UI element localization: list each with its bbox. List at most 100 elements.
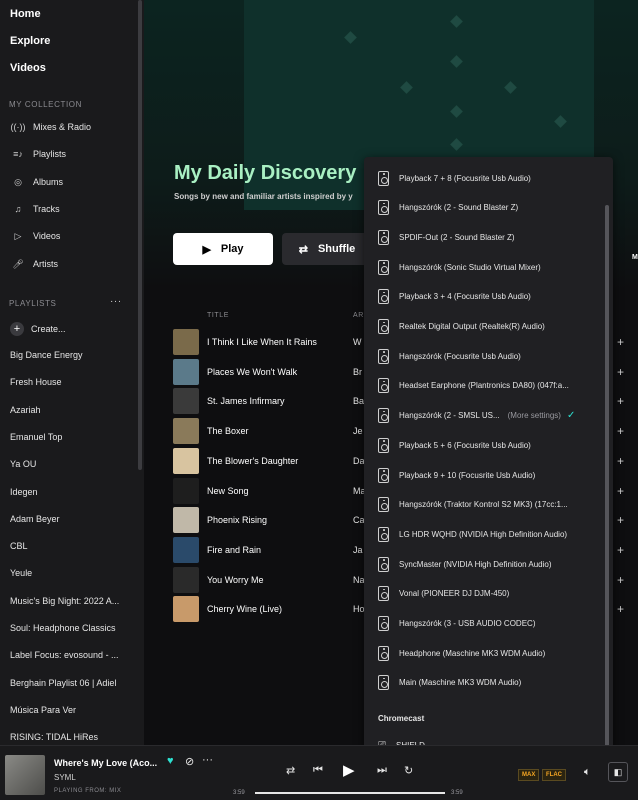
play-button[interactable]: ▶ Play <box>173 233 273 265</box>
sidebar-playlist-item[interactable]: Idegen <box>10 487 38 497</box>
more-options-icon[interactable]: ··· <box>202 754 213 766</box>
track-title[interactable]: The Blower's Daughter <box>207 456 298 466</box>
next-icon[interactable]: ⏭︎ <box>377 764 387 777</box>
audio-device-option[interactable]: Hangszórók (Sonic Studio Virtual Mixer) <box>378 258 541 276</box>
nav-explore[interactable]: Explore <box>10 35 50 47</box>
audio-device-option[interactable]: Headset Earphone (Plantronics DA80) (047… <box>378 377 569 395</box>
track-title[interactable]: St. James Infirmary <box>207 396 285 406</box>
quality-badge-max[interactable]: MAX <box>518 769 540 781</box>
audio-device-option[interactable]: Hangszórók (2 - Sound Blaster Z) <box>378 199 518 217</box>
track-artwork <box>173 596 199 623</box>
audio-device-option[interactable]: LG HDR WQHD (NVIDIA High Definition Audi… <box>378 525 567 543</box>
track-title[interactable]: I Think I Like When It Rains <box>207 337 317 347</box>
nav-videos[interactable]: Videos <box>10 62 46 74</box>
now-playing-title[interactable]: Where's My Love (Aco... <box>54 758 157 768</box>
audio-device-option[interactable]: Playback 3 + 4 (Focusrite Usb Audio) <box>378 288 531 306</box>
audio-device-option[interactable]: Playback 7 + 8 (Focusrite Usb Audio) <box>378 169 531 187</box>
nav-home[interactable]: Home <box>10 8 41 20</box>
track-artist[interactable]: Ja <box>353 545 363 555</box>
audio-device-option[interactable]: Hangszórók (3 - USB AUDIO CODEC) <box>378 615 535 633</box>
track-title[interactable]: New Song <box>207 486 249 496</box>
previous-icon[interactable]: ⏮︎ <box>313 764 323 777</box>
track-artist[interactable]: Ba <box>353 396 364 406</box>
now-playing-artist[interactable]: SYML <box>54 773 76 782</box>
playlists-menu-icon[interactable]: ··· <box>110 296 122 307</box>
collection-artists[interactable]: 🎤︎ Artists <box>10 257 58 271</box>
track-artist[interactable]: Ho <box>353 604 365 614</box>
shuffle-icon[interactable]: ⇄ <box>286 764 295 777</box>
volume-icon[interactable]: 🔈︎ <box>584 766 591 779</box>
track-artist[interactable]: Ca <box>353 515 365 525</box>
add-to-playlist-icon[interactable]: + <box>617 513 624 527</box>
now-playing-artwork[interactable] <box>5 755 45 795</box>
video-icon: ▷ <box>14 230 22 241</box>
repeat-icon[interactable]: ↻ <box>404 764 413 777</box>
more-settings-link[interactable]: (More settings) <box>508 411 561 420</box>
create-playlist-button[interactable]: + Create... <box>10 322 66 336</box>
collection-mixes-radio[interactable]: ((·)) Mixes & Radio <box>10 120 92 134</box>
audio-device-option[interactable]: Vonal (PIONEER DJ DJM-450) <box>378 585 509 603</box>
track-title[interactable]: The Boxer <box>207 426 249 436</box>
track-title[interactable]: Cherry Wine (Live) <box>207 604 282 614</box>
sidebar-playlist-item[interactable]: Label Focus: evosound - ... <box>10 650 119 660</box>
collection-videos[interactable]: ▷ Videos <box>10 229 61 243</box>
audio-device-option[interactable]: Playback 9 + 10 (Focusrite Usb Audio) <box>378 466 535 484</box>
add-to-playlist-icon[interactable]: + <box>617 365 624 379</box>
play-icon[interactable]: ▶ <box>343 761 355 779</box>
audio-device-option[interactable]: Playback 5 + 6 (Focusrite Usb Audio) <box>378 436 531 454</box>
sidebar-playlist-item[interactable]: Big Dance Energy <box>10 350 83 360</box>
sidebar-playlist-item[interactable]: Soul: Headphone Classics <box>10 623 116 633</box>
collection-playlists[interactable]: ≡♪ Playlists <box>10 147 66 161</box>
progress-bar[interactable] <box>255 792 445 794</box>
track-title[interactable]: Fire and Rain <box>207 545 261 555</box>
track-artist[interactable]: Na <box>353 575 365 585</box>
add-to-playlist-icon[interactable]: + <box>617 484 624 498</box>
audio-device-option[interactable]: Hangszórók (Traktor Kontrol S2 MK3) (17c… <box>378 496 568 514</box>
sidebar-playlist-item[interactable]: Berghain Playlist 06 | Adiel <box>10 678 116 688</box>
track-artist[interactable]: Da <box>353 456 365 466</box>
sidebar-playlist-item[interactable]: Fresh House <box>10 377 62 387</box>
sidebar-playlist-item[interactable]: Yeule <box>10 568 32 578</box>
audio-device-option[interactable]: Main (Maschine MK3 WDM Audio) <box>378 674 521 692</box>
sidebar-playlist-item[interactable]: RISING: TIDAL HiRes <box>10 732 98 742</box>
device-menu-scrollbar[interactable] <box>605 205 609 755</box>
add-to-playlist-icon[interactable]: + <box>617 394 624 408</box>
add-to-playlist-icon[interactable]: + <box>617 602 624 616</box>
add-to-playlist-icon[interactable]: + <box>617 573 624 587</box>
sidebar-playlist-item[interactable]: Azariah <box>10 405 41 415</box>
track-title[interactable]: Places We Won't Walk <box>207 367 297 377</box>
audio-device-option[interactable]: SPDIF-Out (2 - Sound Blaster Z) <box>378 228 515 246</box>
sidebar-playlist-item[interactable]: Emanuel Top <box>10 432 62 442</box>
add-to-playlist-icon[interactable]: + <box>617 454 624 468</box>
block-icon[interactable]: ⊘ <box>185 755 194 768</box>
track-artist[interactable]: W <box>353 337 362 347</box>
track-title[interactable]: You Worry Me <box>207 575 264 585</box>
sidebar-playlist-item[interactable]: Música Para Ver <box>10 705 76 715</box>
audio-device-option[interactable]: Realtek Digital Output (Realtek(R) Audio… <box>378 318 545 336</box>
output-device-icon[interactable]: ◧ <box>608 762 628 782</box>
playing-from[interactable]: PLAYING FROM: MIX <box>54 788 121 794</box>
audio-device-label: Playback 3 + 4 (Focusrite Usb Audio) <box>399 292 531 302</box>
quality-badge-flac[interactable]: FLAC <box>542 769 566 781</box>
sidebar-scrollbar[interactable] <box>138 0 142 470</box>
collection-tracks[interactable]: ♫ Tracks <box>10 202 60 216</box>
add-to-playlist-icon[interactable]: + <box>617 335 624 349</box>
favorite-heart-icon[interactable]: ♥ <box>167 755 174 767</box>
audio-device-option[interactable]: Headphone (Maschine MK3 WDM Audio) <box>378 644 545 662</box>
collection-albums[interactable]: ◎ Albums <box>10 175 63 189</box>
track-artist[interactable]: Br <box>353 367 362 377</box>
sidebar-playlist-item[interactable]: Ya OU <box>10 459 36 469</box>
add-to-playlist-icon[interactable]: + <box>617 543 624 557</box>
audio-device-option[interactable]: Hangszórók (Focusrite Usb Audio) <box>378 347 521 365</box>
audio-device-option[interactable]: SyncMaster (NVIDIA High Definition Audio… <box>378 555 552 573</box>
sidebar-playlist-item[interactable]: Music's Big Night: 2022 A... <box>10 596 119 606</box>
shuffle-button[interactable]: ⇄ Shuffle <box>282 233 372 265</box>
speaker-icon <box>378 526 389 542</box>
speaker-icon <box>378 170 389 186</box>
audio-device-option[interactable]: Hangszórók (2 - SMSL US... (More settings… <box>378 407 575 425</box>
sidebar-playlist-item[interactable]: CBL <box>10 541 28 551</box>
sidebar-playlist-item[interactable]: Adam Beyer <box>10 514 60 524</box>
track-title[interactable]: Phoenix Rising <box>207 515 267 525</box>
add-to-playlist-icon[interactable]: + <box>617 424 624 438</box>
track-artist[interactable]: Je <box>353 426 363 436</box>
